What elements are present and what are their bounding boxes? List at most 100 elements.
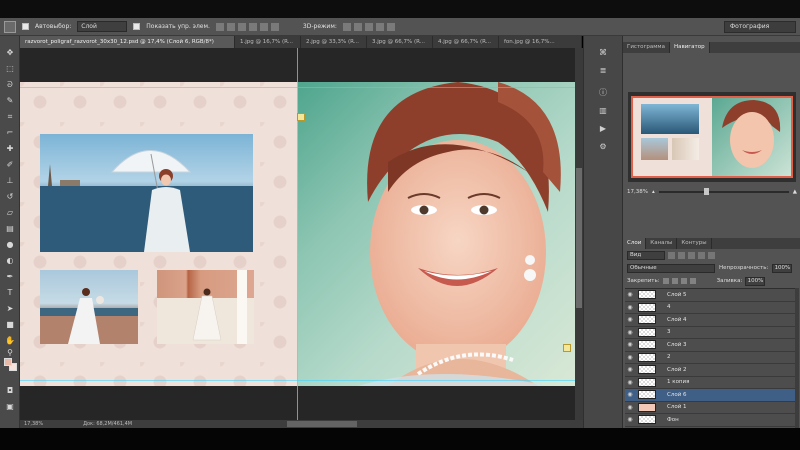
layer-row[interactable]: ◉ Слой 4	[625, 314, 795, 327]
filter-smart-icon[interactable]	[708, 251, 715, 259]
clone-stamp-tool-icon[interactable]: ⊥	[4, 176, 16, 186]
healing-brush-tool-icon[interactable]: ✚	[4, 144, 16, 154]
lock-all-icon[interactable]	[689, 278, 696, 284]
opacity-input[interactable]: 100%	[772, 263, 793, 273]
type-tool-icon[interactable]: T	[4, 288, 16, 298]
layer-kind-dropdown[interactable]: Вид	[627, 250, 665, 260]
layer-row[interactable]: ◉ Фон	[625, 414, 795, 427]
layer-name[interactable]: Слой 1	[667, 404, 687, 410]
layer-name[interactable]: Фон	[667, 417, 679, 423]
layers-scrollbar[interactable]	[795, 288, 799, 428]
layer-thumbnail[interactable]	[638, 315, 656, 325]
eyedropper-tool-icon[interactable]: ⌐	[4, 128, 16, 138]
album-right-page[interactable]	[298, 82, 577, 386]
blend-mode-dropdown[interactable]: Обычные	[627, 263, 715, 273]
zoom-tool-icon[interactable]: ⚲	[4, 348, 16, 358]
align-top-icon[interactable]	[215, 22, 224, 31]
scale-3d-icon[interactable]	[386, 22, 395, 31]
lasso-tool-icon[interactable]: ᘐ	[4, 80, 16, 90]
align-left-icon[interactable]	[248, 22, 257, 31]
navigator-preview[interactable]	[631, 96, 793, 178]
tab-fon-jpg[interactable]: fon.jpg @ 16,7%...	[499, 36, 582, 48]
layer-thumbnail[interactable]	[638, 302, 656, 312]
filter-pixel-icon[interactable]	[668, 251, 675, 259]
align-hcenter-icon[interactable]	[259, 22, 268, 31]
actions-panel-icon[interactable]: ▶	[594, 122, 612, 136]
blur-tool-icon[interactable]: ●	[4, 240, 16, 250]
layer-name[interactable]: Слой 4	[667, 317, 687, 323]
visibility-eye-icon[interactable]: ◉	[625, 366, 635, 373]
quick-mask-icon[interactable]: ◘	[4, 386, 16, 396]
tab-1-jpg[interactable]: 1.jpg @ 16,7% (R...	[235, 36, 301, 48]
layer-thumbnail[interactable]	[638, 377, 656, 387]
tab-document[interactable]: razvorot_poligraf_razvorot_30x30_12.psd …	[20, 36, 235, 48]
move-tool-icon[interactable]	[4, 20, 16, 33]
visibility-eye-icon[interactable]: ◉	[625, 316, 635, 323]
tab-paths[interactable]: Контуры	[677, 238, 712, 249]
canvas-vertical-scrollbar[interactable]	[575, 48, 583, 420]
visibility-eye-icon[interactable]: ◉	[625, 329, 635, 336]
visibility-eye-icon[interactable]: ◉	[625, 291, 635, 298]
layer-row[interactable]: ◉ Слой 2	[625, 364, 795, 377]
roll-3d-icon[interactable]	[353, 22, 362, 31]
visibility-eye-icon[interactable]: ◉	[625, 391, 635, 398]
tab-3-jpg[interactable]: 3.jpg @ 66,7% (R...	[367, 36, 433, 48]
autoselect-checkbox[interactable]	[22, 23, 29, 30]
bride-umbrella-photo[interactable]	[40, 134, 253, 252]
layer-name[interactable]: 3	[667, 329, 671, 335]
guide-vertical[interactable]	[297, 48, 298, 428]
navigator-zoom-value[interactable]: 17,38%	[627, 189, 648, 195]
align-vcenter-icon[interactable]	[226, 22, 235, 31]
layer-thumbnail[interactable]	[638, 352, 656, 362]
layer-name[interactable]: Слой 6	[667, 392, 687, 398]
visibility-eye-icon[interactable]: ◉	[625, 404, 635, 411]
properties-panel-icon[interactable]: ≣	[594, 64, 612, 78]
zoom-slider-knob[interactable]	[703, 188, 709, 195]
lock-pixels-icon[interactable]	[671, 278, 678, 284]
brush-panel-icon[interactable]: ▥	[594, 104, 612, 118]
path-select-tool-icon[interactable]: ➤	[4, 304, 16, 314]
canvas-horizontal-scroll-thumb[interactable]	[287, 421, 357, 427]
layer-name[interactable]: Слой 3	[667, 342, 687, 348]
eraser-tool-icon[interactable]: ▱	[4, 208, 16, 218]
pan-3d-icon[interactable]	[364, 22, 373, 31]
quick-select-tool-icon[interactable]: ✎	[4, 96, 16, 106]
gradient-tool-icon[interactable]: ▤	[4, 224, 16, 234]
move-tool-icon[interactable]: ✥	[4, 48, 16, 58]
layer-thumbnail[interactable]	[638, 290, 656, 300]
layer-thumbnail[interactable]	[638, 327, 656, 337]
zoom-out-icon[interactable]: ▴	[652, 189, 655, 195]
foreground-color-swatch[interactable]	[4, 358, 12, 366]
bride-pier-photo[interactable]	[40, 270, 138, 344]
layer-row[interactable]: ◉ Слой 6	[625, 389, 795, 402]
visibility-eye-icon[interactable]: ◉	[625, 379, 635, 386]
tab-histogram[interactable]: Гистограмма	[623, 42, 670, 53]
dodge-tool-icon[interactable]: ◐	[4, 256, 16, 266]
rotate-3d-icon[interactable]	[342, 22, 351, 31]
align-right-icon[interactable]	[270, 22, 279, 31]
layer-row[interactable]: ◉ 4	[625, 302, 795, 314]
layer-row[interactable]: ◉ 1 копия	[625, 377, 795, 389]
tab-layers[interactable]: Слои	[623, 238, 647, 249]
lock-position-icon[interactable]	[680, 278, 687, 284]
brush-tool-icon[interactable]: ✐	[4, 160, 16, 170]
layer-name[interactable]: 1 копия	[667, 379, 689, 385]
layer-row[interactable]: ◉ Слой 5	[625, 289, 795, 302]
note-marker-top[interactable]	[297, 113, 305, 121]
zoom-in-icon[interactable]: ▲	[793, 189, 797, 195]
marquee-tool-icon[interactable]: ⬚	[4, 64, 16, 74]
layer-row[interactable]: ◉ Слой 1	[625, 402, 795, 414]
tab-channels[interactable]: Каналы	[646, 238, 678, 249]
show-transform-checkbox[interactable]	[133, 23, 141, 30]
tools-presets-icon[interactable]: ⚙	[594, 140, 612, 154]
tab-4-jpg[interactable]: 4.jpg @ 66,7% (R...	[433, 36, 499, 48]
note-marker-bottom[interactable]	[563, 344, 571, 352]
scroll-thumb[interactable]	[576, 168, 582, 308]
layer-row[interactable]: ◉ 2	[625, 352, 795, 364]
visibility-eye-icon[interactable]: ◉	[625, 304, 635, 311]
zoom-readout[interactable]: 17,38%	[24, 420, 43, 428]
visibility-eye-icon[interactable]: ◉	[625, 416, 635, 423]
visibility-eye-icon[interactable]: ◉	[625, 341, 635, 348]
tab-2-jpg[interactable]: 2.jpg @ 33,3% (R...	[301, 36, 367, 48]
layer-name[interactable]: Слой 5	[667, 292, 687, 298]
